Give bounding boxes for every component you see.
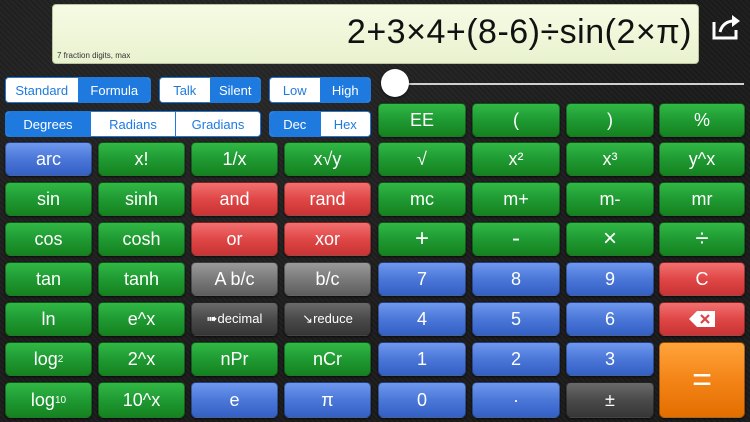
display-panel: 2+3×4+(8-6)÷sin(2×π) 7 fraction digits, … (52, 4, 699, 64)
base-toggle[interactable]: Dec Hex (269, 111, 371, 137)
cube-key[interactable]: x³ (566, 142, 654, 176)
and-key[interactable]: and (191, 182, 278, 216)
digit-5-key[interactable]: 5 (472, 302, 560, 336)
log10-subscript: 10 (54, 394, 67, 406)
tanh-key[interactable]: tanh (98, 262, 185, 296)
digit-0-key[interactable]: 0 (378, 382, 466, 418)
ln-key[interactable]: ln (5, 302, 92, 336)
minus-key[interactable]: - (472, 222, 560, 256)
memory-add-key[interactable]: m+ (472, 182, 560, 216)
rand-key[interactable]: rand (284, 182, 371, 216)
angle-gradians[interactable]: Gradians (176, 112, 260, 136)
precision-hint: 7 fraction digits, max (57, 51, 131, 60)
power-key[interactable]: y^x (659, 142, 745, 176)
factorial-key[interactable]: x! (98, 142, 185, 176)
pow10-key[interactable]: 10^x (98, 382, 185, 418)
clear-key[interactable]: C (659, 262, 745, 296)
euler-key[interactable]: e (191, 382, 278, 418)
memory-subtract-key[interactable]: m- (566, 182, 654, 216)
sqrt-key[interactable]: √ (378, 142, 466, 176)
precision-toggle[interactable]: Low High (269, 77, 371, 103)
close-paren-key[interactable]: ) (566, 103, 654, 137)
or-key[interactable]: or (191, 222, 278, 256)
slider-knob[interactable] (381, 69, 409, 97)
digit-4-key[interactable]: 4 (378, 302, 466, 336)
memory-clear-key[interactable]: mc (378, 182, 466, 216)
base-dec[interactable]: Dec (270, 112, 321, 136)
mixed-fraction-key[interactable]: A b/c (191, 262, 278, 296)
open-paren-key[interactable]: ( (472, 103, 560, 137)
tan-key[interactable]: tan (5, 262, 92, 296)
percent-key[interactable]: % (659, 103, 745, 137)
reduce-key[interactable]: ↘reduce (284, 302, 371, 336)
speech-silent[interactable]: Silent (210, 78, 260, 102)
xor-key[interactable]: xor (284, 222, 371, 256)
exp-key[interactable]: e^x (98, 302, 185, 336)
angle-radians[interactable]: Radians (91, 112, 176, 136)
combination-key[interactable]: nCr (284, 342, 371, 376)
digit-1-key[interactable]: 1 (378, 342, 466, 376)
log2-subscript: 2 (57, 353, 64, 365)
digit-2-key[interactable]: 2 (472, 342, 560, 376)
square-key[interactable]: x² (472, 142, 560, 176)
reciprocal-key[interactable]: 1/x (191, 142, 278, 176)
digit-7-key[interactable]: 7 (378, 262, 466, 296)
mode-toggle[interactable]: Standard Formula (5, 77, 151, 103)
divide-key[interactable]: ÷ (659, 222, 745, 256)
nth-root-key[interactable]: x√y (284, 142, 371, 176)
cos-key[interactable]: cos (5, 222, 92, 256)
mode-formula[interactable]: Formula (78, 78, 150, 102)
plus-key[interactable]: + (378, 222, 466, 256)
equals-key[interactable]: = (659, 342, 745, 418)
speech-talk[interactable]: Talk (160, 78, 211, 102)
to-decimal-key[interactable]: ➠decimal (191, 302, 278, 336)
sign-toggle-key[interactable]: ± (566, 382, 654, 418)
precision-high[interactable]: High (320, 78, 370, 102)
memory-recall-key[interactable]: mr (659, 182, 745, 216)
mode-standard[interactable]: Standard (6, 78, 79, 102)
sin-key[interactable]: sin (5, 182, 92, 216)
cosh-key[interactable]: cosh (98, 222, 185, 256)
expression-display: 2+3×4+(8-6)÷sin(2×π) (346, 13, 692, 51)
sinh-key[interactable]: sinh (98, 182, 185, 216)
permutation-key[interactable]: nPr (191, 342, 278, 376)
speech-toggle[interactable]: Talk Silent (159, 77, 261, 103)
digit-6-key[interactable]: 6 (566, 302, 654, 336)
pi-key[interactable]: π (284, 382, 371, 418)
log10-key[interactable]: log 10 (5, 382, 92, 418)
backspace-icon (689, 311, 715, 327)
pow2-key[interactable]: 2^x (98, 342, 185, 376)
digit-3-key[interactable]: 3 (566, 342, 654, 376)
ee-key[interactable]: EE (378, 103, 466, 137)
fraction-key[interactable]: b/c (284, 262, 371, 296)
decimal-point-key[interactable]: · (472, 382, 560, 418)
multiply-key[interactable]: × (566, 222, 654, 256)
digit-8-key[interactable]: 8 (472, 262, 560, 296)
share-icon[interactable] (710, 12, 742, 42)
precision-low[interactable]: Low (270, 78, 321, 102)
slider-track[interactable] (394, 83, 744, 85)
log2-label: log (33, 348, 58, 369)
digit-9-key[interactable]: 9 (566, 262, 654, 296)
backspace-key[interactable] (659, 302, 745, 336)
angle-toggle[interactable]: Degrees Radians Gradians (5, 111, 261, 137)
base-hex[interactable]: Hex (320, 112, 370, 136)
log10-label: log (30, 389, 55, 410)
arc-key[interactable]: arc (5, 142, 92, 176)
log2-key[interactable]: log 2 (5, 342, 92, 376)
angle-degrees[interactable]: Degrees (6, 112, 91, 136)
